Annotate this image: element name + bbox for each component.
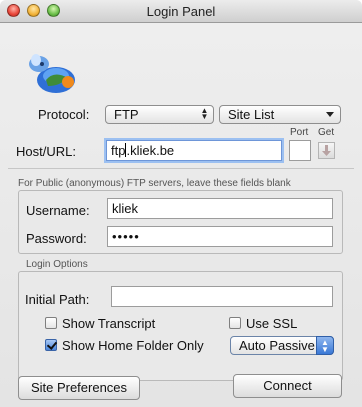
stepper-arrows-icon: ▲ ▼: [200, 106, 209, 121]
site-preferences-button[interactable]: Site Preferences: [18, 376, 140, 400]
initial-path-label: Initial Path:: [25, 292, 90, 307]
username-label: Username:: [26, 203, 90, 218]
chevron-down-icon: [326, 112, 334, 117]
protocol-popup[interactable]: FTP ▲ ▼: [105, 105, 214, 124]
protocol-value: FTP: [114, 107, 139, 122]
show-transcript-checkbox[interactable]: [45, 317, 57, 329]
stepper-arrows-icon: ▲ ▼: [316, 336, 334, 355]
use-ssl-label[interactable]: Use SSL: [246, 316, 297, 331]
window-title: Login Panel: [146, 4, 216, 19]
username-input[interactable]: kliek: [107, 198, 333, 219]
show-transcript-label[interactable]: Show Transcript: [62, 316, 155, 331]
port-label: Port: [290, 127, 309, 138]
host-url-input[interactable]: ftp.kliek.be: [106, 140, 282, 161]
host-label: Host/URL:: [16, 144, 76, 159]
initial-path-input[interactable]: [111, 286, 333, 307]
port-input[interactable]: [289, 140, 311, 161]
download-arrow-icon: [322, 145, 331, 156]
get-label: Get: [318, 127, 335, 138]
divider: [8, 168, 354, 169]
passive-mode-value: Auto Passive: [239, 338, 315, 353]
fetch-dog-globe-icon: [29, 54, 75, 93]
host-value-start: ftp: [111, 143, 126, 158]
connect-button[interactable]: Connect: [233, 374, 342, 398]
get-button[interactable]: [318, 142, 335, 159]
site-list-popup[interactable]: Site List: [219, 105, 341, 124]
show-home-folder-checkbox[interactable]: [45, 339, 57, 351]
password-input[interactable]: •••••: [107, 226, 333, 247]
use-ssl-checkbox[interactable]: [229, 317, 241, 329]
passive-mode-popup[interactable]: Auto Passive ▲ ▼: [230, 336, 334, 355]
title-bar: Login Panel: [0, 0, 362, 23]
protocol-label: Protocol:: [38, 107, 90, 122]
login-panel-window: Login Panel Protocol: FTP ▲ ▼ Site List P…: [0, 0, 362, 407]
site-list-label: Site List: [228, 107, 275, 122]
password-label: Password:: [26, 231, 87, 246]
show-home-folder-label[interactable]: Show Home Folder Only: [62, 338, 204, 353]
login-options-header: Login Options: [26, 259, 88, 270]
anonymous-note: For Public (anonymous) FTP servers, leav…: [18, 178, 291, 189]
panel-content: Protocol: FTP ▲ ▼ Site List Port Get Host…: [0, 23, 362, 407]
host-value-end: .kliek.be: [126, 143, 175, 158]
